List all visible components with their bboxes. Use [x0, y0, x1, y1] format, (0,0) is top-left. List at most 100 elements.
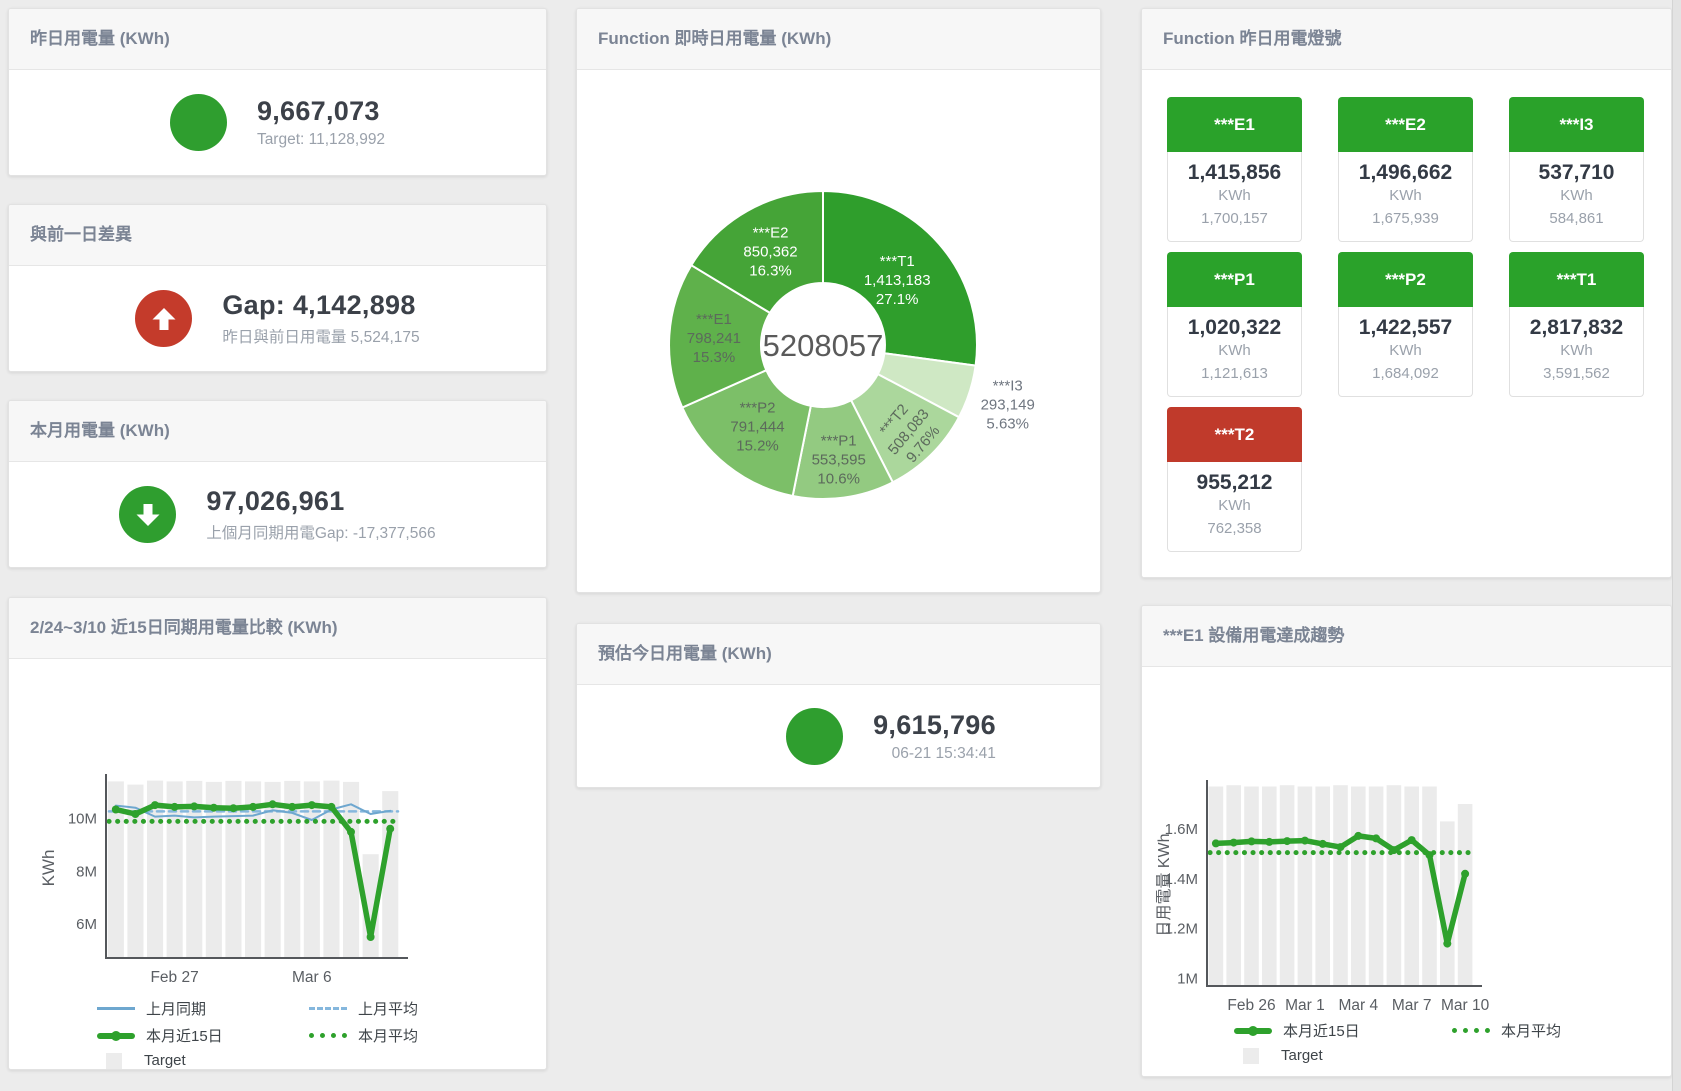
data-point: [229, 804, 237, 812]
tile-header: ***E1: [1167, 97, 1302, 152]
svg-text:1,413,183: 1,413,183: [864, 272, 931, 289]
device-tile-t2[interactable]: ***T2 955,212 KWh 762,358: [1167, 407, 1302, 552]
scrollbar[interactable]: [1672, 0, 1681, 1091]
data-point: [1408, 836, 1416, 844]
svg-text:16.3%: 16.3%: [749, 263, 792, 280]
device-tile-p2[interactable]: ***P2 1,422,557 KWh 1,684,092: [1338, 252, 1473, 397]
tile-value: 955,212: [1168, 471, 1301, 495]
data-point: [112, 806, 120, 814]
status-circle-icon: [786, 708, 843, 765]
tile-unit: KWh: [1339, 340, 1472, 363]
green-line-swatch-icon: [1234, 1028, 1272, 1034]
svg-text:***E1: ***E1: [696, 311, 732, 328]
tile-target: 584,861: [1510, 208, 1643, 231]
panel-title: Function 昨日用電燈號: [1142, 9, 1671, 70]
y-tick-label: 10M: [68, 811, 97, 828]
legend-item-gray-square[interactable]: Target: [1234, 1047, 1452, 1064]
y-tick-label: 6M: [76, 916, 97, 933]
tile-header: ***T2: [1167, 407, 1302, 462]
stat-sub: 昨日與前日用電量 5,524,175: [222, 325, 419, 347]
legend-item-green-line[interactable]: 本月近15日: [1234, 1020, 1452, 1041]
data-point: [249, 803, 257, 811]
target-bar: [1369, 787, 1384, 987]
legend-item-gray-square[interactable]: Target: [97, 1052, 309, 1069]
tile-target: 3,591,562: [1510, 363, 1643, 386]
stat-value: 9,615,796: [873, 710, 996, 741]
data-point: [1443, 940, 1451, 948]
target-bar: [1315, 787, 1330, 987]
y-tick-label: 1M: [1177, 971, 1198, 988]
legend-item-blue-dash[interactable]: 上月平均: [309, 998, 546, 1019]
slice-label: ***I3293,1495.63%: [981, 377, 1035, 432]
right-column: Function 昨日用電燈號 ***E1 1,415,856 KWh 1,70…: [1141, 8, 1672, 1077]
comparison-chart[interactable]: 6M8M10MFeb 27Mar 6KWh: [9, 659, 546, 991]
target-bar: [1387, 785, 1402, 986]
data-point: [171, 803, 179, 811]
x-tick-label: Feb 27: [150, 969, 198, 986]
device-tile-i3[interactable]: ***I3 537,710 KWh 584,861: [1509, 97, 1644, 242]
target-bar: [1209, 787, 1224, 987]
data-point: [131, 810, 139, 818]
target-bar: [1226, 785, 1241, 986]
tile-target: 1,121,613: [1168, 363, 1301, 386]
status-circle-icon: [170, 94, 227, 151]
target-bar: [1298, 787, 1313, 987]
data-point: [386, 825, 394, 833]
svg-text:293,149: 293,149: [981, 396, 1035, 413]
middle-column: Function 即時日用電量 (KWh) ***T11,413,18327.1…: [576, 8, 1101, 788]
data-point: [1212, 839, 1220, 847]
x-tick-label: Mar 10: [1441, 997, 1490, 1013]
trend-chart[interactable]: 1M1.2M1.4M1.6MFeb 26Mar 1Mar 4Mar 7Mar 1…: [1142, 667, 1671, 1013]
data-point: [327, 803, 335, 811]
left-column: 昨日用電量 (KWh) 9,667,073 Target: 11,128,992…: [8, 8, 547, 1070]
panel-title: Function 即時日用電量 (KWh): [577, 9, 1100, 70]
legend-item-green-dot[interactable]: 本月平均: [1452, 1020, 1671, 1041]
tile-value: 1,422,557: [1339, 316, 1472, 340]
data-point: [1230, 839, 1238, 847]
x-tick-label: Mar 6: [292, 969, 332, 986]
legend-item-green-dot[interactable]: 本月平均: [309, 1025, 546, 1046]
data-point: [288, 803, 296, 811]
stat-sub: 上個月同期用電Gap: -17,377,566: [206, 521, 435, 543]
data-point: [269, 800, 277, 808]
device-tile-e2[interactable]: ***E2 1,496,662 KWh 1,675,939: [1338, 97, 1473, 242]
panel-yesterday-usage: 昨日用電量 (KWh) 9,667,073 Target: 11,128,992: [8, 8, 547, 176]
data-point: [190, 802, 198, 810]
target-bar: [265, 782, 281, 958]
panel-estimate-today: 預估今日用電量 (KWh) 9,615,796 06-21 15:34:41: [576, 623, 1101, 788]
tile-unit: KWh: [1510, 185, 1643, 208]
svg-text:791,444: 791,444: [730, 419, 784, 436]
donut-chart[interactable]: ***T11,413,18327.1%***I3293,1495.63%***T…: [577, 69, 1100, 593]
device-tile-t1[interactable]: ***T1 2,817,832 KWh 3,591,562: [1509, 252, 1644, 397]
legend-item-blue-line[interactable]: 上月同期: [97, 998, 309, 1019]
device-tile-e1[interactable]: ***E1 1,415,856 KWh 1,700,157: [1167, 97, 1302, 242]
legend-label: 本月平均: [358, 1025, 418, 1046]
donut-total: 5208057: [763, 328, 884, 363]
x-tick-label: Mar 4: [1338, 997, 1378, 1013]
green-line-swatch-icon: [97, 1033, 135, 1039]
tile-unit: KWh: [1168, 340, 1301, 363]
data-point: [367, 933, 375, 941]
tile-target: 1,684,092: [1339, 363, 1472, 386]
target-bar: [1280, 785, 1295, 986]
green-dot-swatch-icon: [1452, 1028, 1490, 1033]
gray-square-swatch-icon: [1243, 1048, 1259, 1064]
svg-text:27.1%: 27.1%: [876, 291, 919, 308]
legend-item-green-line[interactable]: 本月近15日: [97, 1025, 309, 1046]
y-axis-label: KWh: [39, 850, 58, 887]
tile-header: ***E2: [1338, 97, 1473, 152]
stat-value: 97,026,961: [206, 486, 435, 517]
power-dashboard: 昨日用電量 (KWh) 9,667,073 Target: 11,128,992…: [0, 0, 1681, 1091]
arrow-up-icon: [135, 290, 192, 347]
legend-label: 本月近15日: [146, 1025, 223, 1046]
x-tick-label: Feb 26: [1227, 997, 1275, 1013]
device-tile-p1[interactable]: ***P1 1,020,322 KWh 1,121,613: [1167, 252, 1302, 397]
svg-text:5.63%: 5.63%: [986, 415, 1029, 432]
data-point: [1461, 870, 1469, 878]
tile-unit: KWh: [1510, 340, 1643, 363]
tile-grid: ***E1 1,415,856 KWh 1,700,157 ***E2 1,49…: [1142, 70, 1671, 552]
legend-label: 本月平均: [1501, 1020, 1561, 1041]
svg-text:15.2%: 15.2%: [736, 438, 779, 455]
data-point: [210, 804, 218, 812]
svg-text:850,362: 850,362: [743, 244, 797, 261]
